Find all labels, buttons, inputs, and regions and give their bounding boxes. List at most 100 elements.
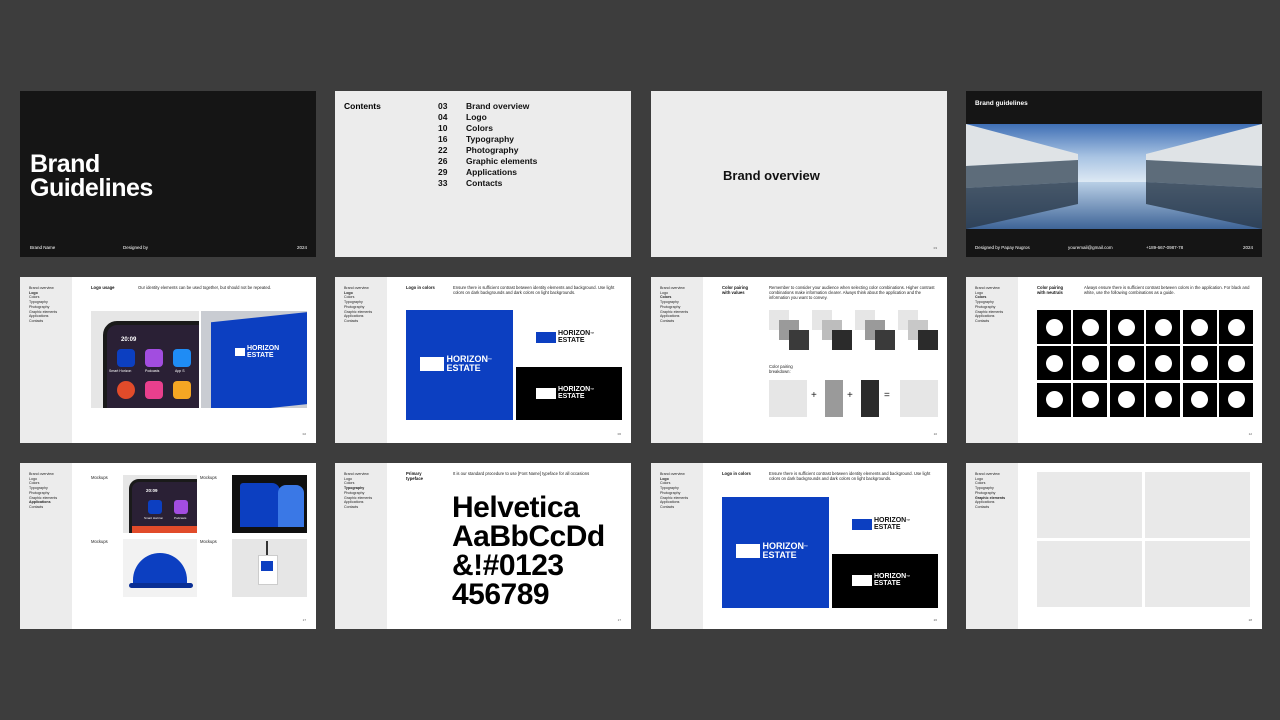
section-description: Our identity elements can be used togeth… xyxy=(138,285,272,290)
sidebar-item[interactable]: Contacts xyxy=(975,319,1003,324)
logo-on-white: HORIZON™ ESTATE xyxy=(516,310,622,365)
brand-logo: HORIZON™ ESTATE xyxy=(852,517,910,531)
sidebar-item[interactable]: Contacts xyxy=(29,319,57,324)
overview-title: Brand overview xyxy=(723,168,820,183)
page-number: 10 xyxy=(933,432,937,436)
section-description: It is our standard procedure to use [Fon… xyxy=(453,471,590,476)
slide-photo[interactable]: Brand guidelines Designed by Papay Nugro… xyxy=(966,91,1262,257)
sidebar-item[interactable]: Contacts xyxy=(29,505,57,510)
brand-logo: HORIZON™ ESTATE xyxy=(536,386,594,400)
neutral-swatch xyxy=(1037,310,1071,344)
app-label: Smart Horizon xyxy=(109,369,132,373)
brand-logo: HORIZON™ ESTATE xyxy=(536,330,594,344)
slide-mockups[interactable]: Brand overview Logo Colors Typography Photog… xyxy=(20,463,316,629)
photo-slide-title: Brand guidelines xyxy=(975,100,1028,107)
section-description: Ensure there is sufficient contrast betw… xyxy=(769,471,931,482)
sidebar-item[interactable]: Brand overview xyxy=(344,472,372,477)
plus-sign: + xyxy=(847,390,853,401)
contents-item[interactable]: 16 Typography xyxy=(438,134,537,145)
app-label: Podcasts xyxy=(174,516,187,520)
logo-on-blue: HORIZON™ ESTATE xyxy=(406,310,513,420)
sidebar-item[interactable]: Brand overview xyxy=(29,286,57,291)
contents-label: Graphic elements xyxy=(466,156,538,166)
section-description: Always ensure there is sufficient contra… xyxy=(1084,285,1250,296)
sidebar-item[interactable]: Brand overview xyxy=(975,286,1003,291)
sidebar-item[interactable]: Contacts xyxy=(660,319,688,324)
contents-item[interactable]: 26 Graphic elements xyxy=(438,156,537,167)
page-number: 17 xyxy=(302,618,306,622)
slide-color-pairing-neutrals[interactable]: Brand overview Logo Colors Typography Photog… xyxy=(966,277,1262,443)
plus-sign: + xyxy=(811,390,817,401)
sidebar-item[interactable]: Brand overview xyxy=(344,286,372,291)
sidebar: Brand overview Logo Colors Typography Photog… xyxy=(966,277,1018,443)
sidebar-item[interactable]: Brand overview xyxy=(660,472,688,477)
contents-label: Typography xyxy=(466,134,515,144)
app-icon-smart-horizon xyxy=(117,349,135,367)
app-label: Smart Horizon xyxy=(144,516,164,520)
slide-contents[interactable]: Contents 03 Brand overview 04 Logo 10 Colors 1… xyxy=(335,91,631,257)
neutral-swatch xyxy=(1182,346,1217,381)
contents-page-number: 26 xyxy=(438,156,448,166)
page-number: 26 xyxy=(933,618,937,622)
page-number: 02 xyxy=(302,432,306,436)
contents-label: Brand overview xyxy=(466,101,530,111)
slide-graphic-elements[interactable]: Brand overview Logo Colors Typography Photog… xyxy=(966,463,1262,629)
sidebar-item[interactable]: Contacts xyxy=(344,505,372,510)
sidebar-nav: Brand overview Logo Colors Typography Photog… xyxy=(29,286,57,324)
contents-item[interactable]: 04 Logo xyxy=(438,112,537,123)
booth-mockup xyxy=(232,475,307,533)
sidebar-nav: Brand overview Logo Colors Typography Photog… xyxy=(344,286,372,324)
neutral-swatch xyxy=(1182,310,1217,344)
slide-logo-colors-2[interactable]: Brand overview Logo Colors Typography Photog… xyxy=(651,463,947,629)
slide-typography[interactable]: Brand overview Logo Colors Typography Photog… xyxy=(335,463,631,629)
brand-logo: HORIZON™ ESTATE xyxy=(736,542,808,560)
contents-page-number: 29 xyxy=(438,167,448,177)
page-number: 06 xyxy=(617,432,621,436)
logo-on-white: HORIZON™ ESTATE xyxy=(832,497,938,552)
brand-logo: HORIZON™ ESTATE xyxy=(852,573,910,587)
contents-heading: Contents xyxy=(344,101,381,111)
helmet-mockup xyxy=(123,539,197,597)
sidebar-nav: Brand overview Logo Colors Typography Photog… xyxy=(660,472,688,510)
cover-brand-name: Brand Name xyxy=(30,245,56,250)
contents-item[interactable]: 10 Colors xyxy=(438,123,537,134)
breakdown-label: Color pairing breakdown: xyxy=(769,364,793,375)
contents-page-number: 10 xyxy=(438,123,448,133)
page-number: 03 xyxy=(933,246,937,250)
neutral-swatch xyxy=(1109,382,1144,417)
section-description: Remember to consider your audience when … xyxy=(769,285,935,301)
sidebar-item[interactable]: Brand overview xyxy=(660,286,688,291)
section-description: Ensure there is sufficient contrast betw… xyxy=(453,285,615,296)
contents-item[interactable]: 22 Photography xyxy=(438,145,537,156)
slide-logo-usage[interactable]: Brand overview Logo Colors Typography Photog… xyxy=(20,277,316,443)
sidebar-nav: Brand overview Logo Colors Typography Photog… xyxy=(29,472,57,510)
signage-logo: HORIZON ESTATE xyxy=(235,345,279,359)
slide-brand-overview[interactable]: Brand overview 03 xyxy=(651,91,947,257)
logo-on-black: HORIZON™ ESTATE xyxy=(516,367,622,420)
neutral-swatch xyxy=(1037,346,1071,381)
value-squares xyxy=(769,310,941,350)
breakdown-mid xyxy=(825,380,843,417)
contents-item[interactable]: 03 Brand overview xyxy=(438,101,537,112)
sidebar: Brand overview Logo Colors Typography Photog… xyxy=(20,463,72,629)
neutral-swatch xyxy=(1182,382,1217,417)
contents-item[interactable]: 33 Contacts xyxy=(438,178,537,189)
equals-sign: = xyxy=(884,390,890,401)
sidebar-item[interactable]: Contacts xyxy=(975,505,1005,510)
section-heading: Color pairing with values xyxy=(722,285,749,295)
neutral-swatch xyxy=(1037,382,1071,417)
contents-list: 03 Brand overview 04 Logo 10 Colors 16 Typograp… xyxy=(438,101,537,189)
page-number: 12 xyxy=(1248,432,1252,436)
slide-color-pairing-values[interactable]: Brand overview Logo Colors Typography Photog… xyxy=(651,277,947,443)
photo-designer: Designed by Papay Nugros xyxy=(975,245,1030,250)
contents-item[interactable]: 29 Applications xyxy=(438,167,537,178)
slide-logo-colors[interactable]: Brand overview Logo Colors Typography Photog… xyxy=(335,277,631,443)
slide-cover[interactable]: Brand Guidelines Brand Name Designed by … xyxy=(20,91,316,257)
sidebar-item[interactable]: Contacts xyxy=(660,505,688,510)
sidebar-item[interactable]: Brand overview xyxy=(29,472,57,477)
sidebar-nav: Brand overview Logo Colors Typography Photog… xyxy=(975,472,1005,510)
section-heading: Logo in colors xyxy=(406,285,435,290)
app-label: App S xyxy=(175,369,185,373)
brand-logo: HORIZON™ ESTATE xyxy=(420,355,492,373)
sidebar-item[interactable]: Contacts xyxy=(344,319,372,324)
